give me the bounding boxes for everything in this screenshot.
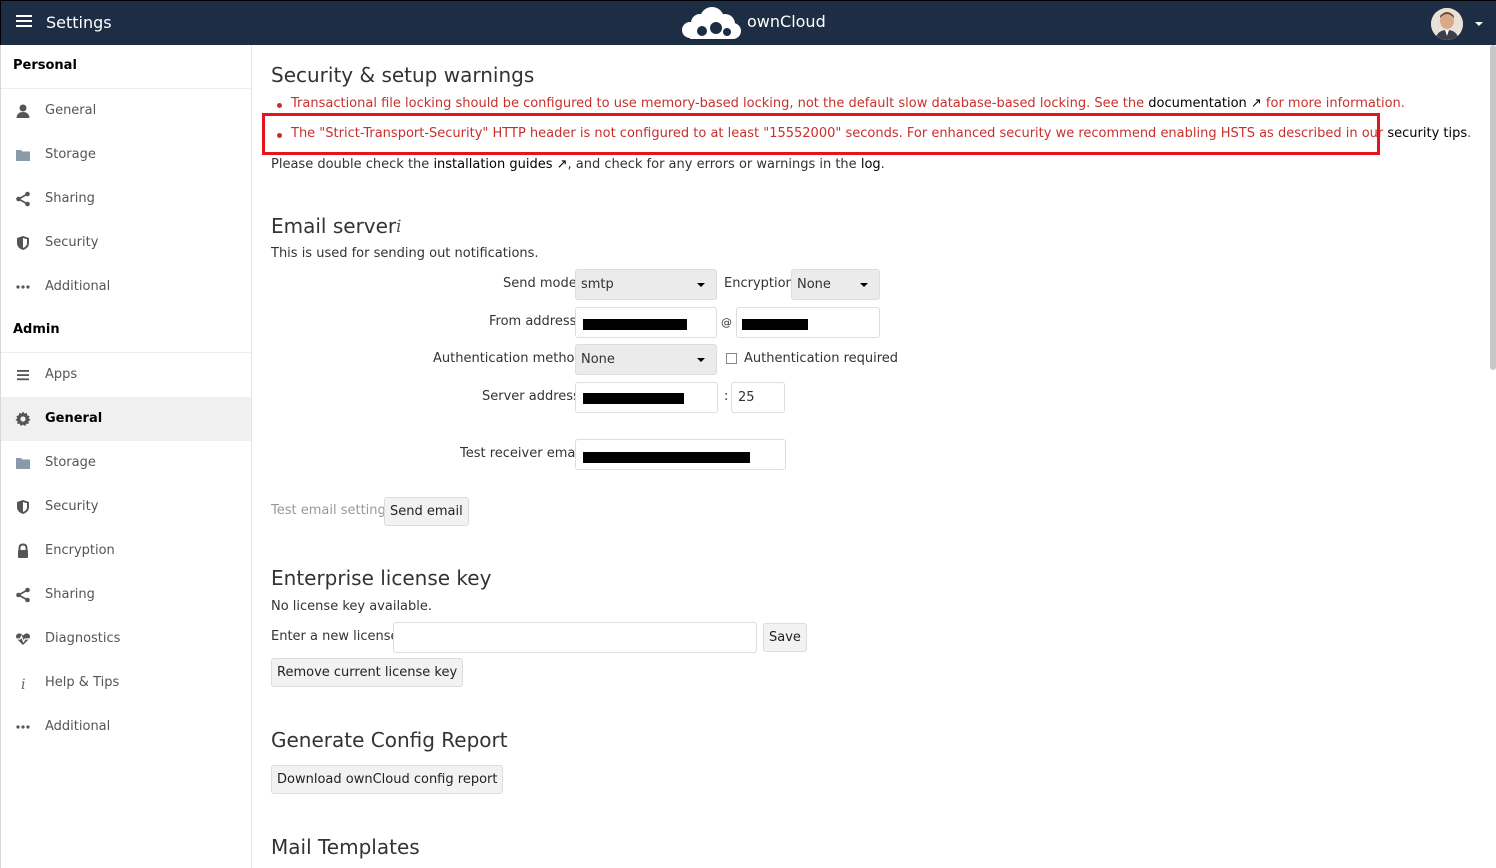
setup-note: Please double check the installation gui… [271, 157, 885, 172]
sidebar-item-admin-additional[interactable]: Additional [1, 705, 251, 749]
auth-method-select[interactable]: None [575, 344, 717, 375]
license-title: Enterprise license key [271, 566, 492, 590]
sidebar-item-label: General [45, 103, 97, 118]
sidebar-item-label: Apps [45, 367, 78, 382]
chevron-down-icon [697, 358, 705, 362]
sidebar-heading-personal: Personal [1, 45, 251, 89]
sidebar-item-personal-storage[interactable]: Storage [1, 133, 251, 177]
chevron-down-icon [860, 283, 868, 287]
sidebar-item-label: Sharing [45, 191, 95, 206]
info-icon[interactable]: i [394, 217, 406, 235]
at-sign: @ [721, 316, 732, 329]
sidebar-item-label: Help & Tips [45, 675, 120, 690]
share-icon [16, 587, 30, 603]
app-title[interactable]: Settings [46, 13, 112, 32]
warning-file-locking: Transactional file locking should be con… [277, 96, 1405, 111]
sidebar-item-admin-security[interactable]: Security [1, 485, 251, 529]
vertical-scrollbar[interactable] [1490, 45, 1496, 370]
settings-sidebar: Personal General Storage Sharing Securit… [0, 45, 252, 868]
from-address-label: From address [489, 314, 577, 329]
sidebar-item-label: Security [45, 499, 99, 514]
email-description: This is used for sending out notificatio… [271, 246, 539, 261]
sidebar-item-admin-storage[interactable]: Storage [1, 441, 251, 485]
license-input-label: Enter a new license: [271, 629, 403, 644]
redaction-bar [742, 319, 808, 330]
sidebar-item-label: Additional [45, 279, 111, 294]
send-mode-label: Send mode [503, 276, 577, 291]
sidebar-item-label: Storage [45, 455, 96, 470]
svg-text:i: i [396, 217, 401, 235]
redaction-bar [583, 393, 684, 404]
sidebar-item-label: Security [45, 235, 99, 250]
highlight-annotation-box [262, 113, 1380, 155]
port-separator: : [724, 389, 729, 404]
share-icon [16, 191, 30, 207]
sidebar-item-admin-sharing[interactable]: Sharing [1, 573, 251, 617]
list-icon [17, 370, 29, 381]
send-email-button[interactable]: Send email [384, 497, 469, 526]
redaction-bar [583, 319, 687, 330]
installation-guides-link[interactable]: installation guides ↗ [433, 157, 567, 172]
brand-name[interactable]: ownCloud [747, 12, 826, 31]
remove-license-button[interactable]: Remove current license key [271, 658, 464, 687]
download-config-report-button[interactable]: Download ownCloud config report [271, 765, 504, 794]
sidebar-item-admin-diagnostics[interactable]: Diagnostics [1, 617, 251, 661]
user-avatar[interactable] [1431, 8, 1463, 40]
security-warnings-title: Security & setup warnings [271, 63, 535, 87]
sidebar-item-label: Storage [45, 147, 96, 162]
owncloud-logo-icon[interactable] [680, 6, 742, 40]
hamburger-menu-icon[interactable] [16, 15, 32, 31]
auth-required-checkbox[interactable] [726, 353, 737, 364]
server-address-label: Server address [482, 389, 580, 404]
more-icon [16, 285, 30, 289]
shield-icon [17, 236, 29, 250]
sidebar-item-label: General [45, 411, 103, 426]
port-input[interactable]: 25 [731, 382, 785, 413]
save-license-button[interactable]: Save [763, 623, 807, 652]
license-key-input[interactable] [393, 622, 757, 653]
send-mode-select[interactable]: smtp [575, 269, 717, 300]
sidebar-item-admin-general[interactable]: General [1, 397, 251, 441]
more-icon [16, 725, 30, 729]
documentation-link[interactable]: documentation ↗ [1148, 96, 1261, 111]
sidebar-item-admin-encryption[interactable]: Encryption [1, 529, 251, 573]
license-status: No license key available. [271, 599, 433, 614]
sidebar-heading-admin: Admin [1, 309, 251, 353]
folder-icon [16, 458, 30, 469]
folder-icon [16, 150, 30, 161]
encryption-select[interactable]: None [791, 269, 880, 300]
shield-icon [17, 500, 29, 514]
redaction-bar [583, 452, 750, 463]
gear-icon [15, 411, 31, 426]
sidebar-item-personal-sharing[interactable]: Sharing [1, 177, 251, 221]
info-icon: i [21, 677, 25, 691]
heartbeat-icon [16, 633, 30, 645]
top-bar: Settings ownCloud [0, 0, 1496, 45]
sidebar-item-admin-help-tips[interactable]: i Help & Tips [1, 661, 251, 705]
lock-icon [18, 543, 28, 558]
email-server-title: Email server [271, 214, 397, 238]
sidebar-item-personal-general[interactable]: General [1, 89, 251, 133]
chevron-down-icon [697, 283, 705, 287]
security-tips-link[interactable]: security tips [1387, 126, 1467, 141]
auth-required-label: Authentication required [744, 351, 899, 366]
sidebar-item-personal-security[interactable]: Security [1, 221, 251, 265]
test-receiver-label: Test receiver email [460, 446, 583, 461]
mail-templates-title: Mail Templates [271, 835, 420, 859]
sidebar-item-label: Additional [45, 719, 111, 734]
sidebar-item-personal-additional[interactable]: Additional [1, 265, 251, 309]
test-email-label: Test email settings [271, 503, 393, 518]
encryption-label: Encryption [724, 276, 794, 291]
user-menu-caret-icon[interactable] [1475, 22, 1483, 26]
sidebar-item-label: Sharing [45, 587, 95, 602]
user-icon [16, 104, 30, 118]
sidebar-item-label: Encryption [45, 543, 115, 558]
svg-text:i: i [21, 677, 25, 691]
config-report-title: Generate Config Report [271, 728, 508, 752]
sidebar-item-admin-apps[interactable]: Apps [1, 353, 251, 397]
log-link[interactable]: log [861, 157, 881, 172]
auth-method-label: Authentication method [433, 351, 583, 366]
sidebar-item-label: Diagnostics [45, 631, 121, 646]
